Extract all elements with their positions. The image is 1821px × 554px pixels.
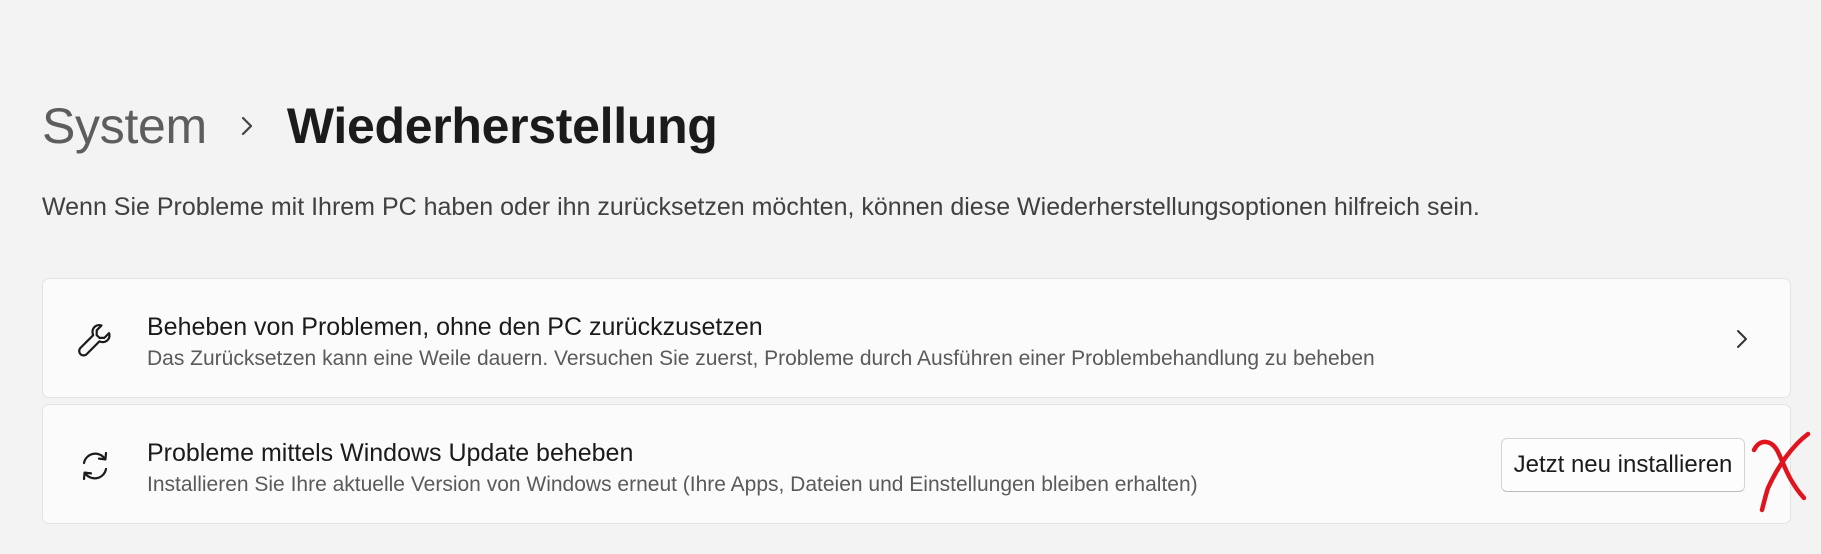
breadcrumb: System Wiederherstellung: [42, 96, 718, 156]
option-windows-update-card: Probleme mittels Windows Update beheben …: [42, 404, 1791, 524]
option-title: Beheben von Problemen, ohne den PC zurüc…: [147, 313, 763, 341]
breadcrumb-parent-system[interactable]: System: [42, 97, 207, 155]
page-description: Wenn Sie Probleme mit Ihrem PC haben ode…: [42, 193, 1480, 221]
chevron-right-icon[interactable]: [1730, 324, 1754, 354]
page-title: Wiederherstellung: [286, 98, 718, 154]
refresh-icon: [73, 444, 117, 488]
reinstall-now-button[interactable]: Jetzt neu installieren: [1501, 438, 1745, 492]
option-troubleshoot-card[interactable]: Beheben von Problemen, ohne den PC zurüc…: [42, 278, 1791, 398]
wrench-icon: [73, 318, 117, 362]
option-title: Probleme mittels Windows Update beheben: [147, 439, 634, 467]
option-subtitle: Das Zurücksetzen kann eine Weile dauern.…: [147, 347, 1375, 370]
option-subtitle: Installieren Sie Ihre aktuelle Version v…: [147, 473, 1198, 496]
chevron-right-icon: [207, 115, 287, 137]
